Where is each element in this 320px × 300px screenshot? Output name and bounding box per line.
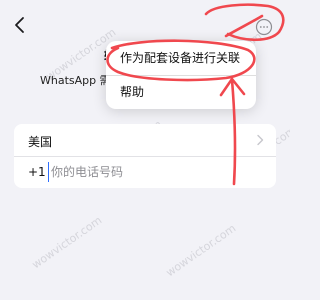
menu-divider	[106, 75, 256, 76]
chevron-left-icon	[15, 17, 24, 33]
chevron-right-icon	[257, 134, 264, 146]
phone-entry-screen: wowvictor.com wowvictor.com wowvictor.co…	[0, 0, 290, 300]
watermark: wowvictor.com	[163, 221, 239, 280]
more-options-button[interactable]	[254, 17, 274, 37]
phone-row: +1	[14, 157, 276, 188]
menu-item-help[interactable]: 帮助	[106, 75, 256, 109]
phone-number-input[interactable]	[48, 162, 251, 182]
options-menu: 作为配套设备进行关联 帮助	[106, 41, 256, 109]
menu-item-label: 帮助	[120, 85, 145, 99]
country-name: 美国	[28, 135, 53, 149]
country-selector[interactable]: 美国	[14, 124, 276, 156]
menu-item-link-as-companion[interactable]: 作为配套设备进行关联	[106, 41, 256, 75]
back-button[interactable]	[12, 16, 28, 34]
ellipsis-circle-icon	[255, 18, 273, 36]
dial-code: +1	[28, 165, 46, 179]
phone-form: 美国 +1	[14, 124, 276, 188]
menu-item-label: 作为配套设备进行关联	[120, 51, 241, 65]
watermark: wowvictor.com	[29, 213, 105, 272]
